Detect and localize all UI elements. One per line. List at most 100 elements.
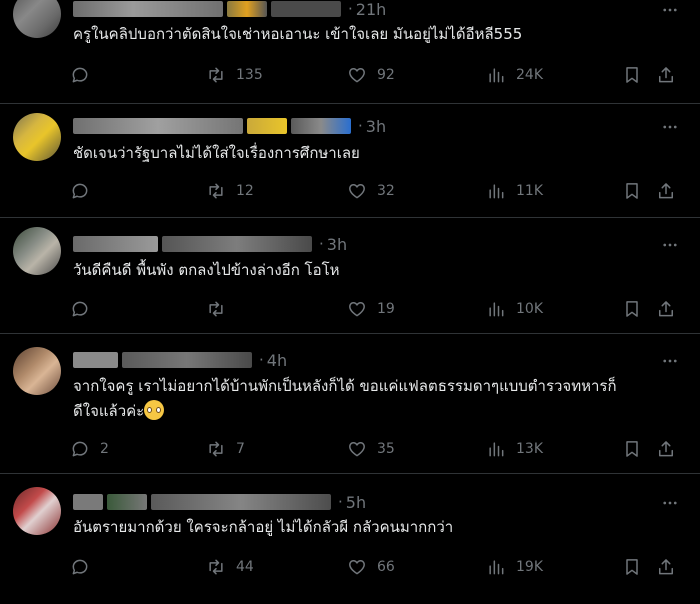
action-bar: 44 66 19K [66,555,688,579]
separator-dot: · [338,493,343,511]
more-options-button[interactable] [660,0,680,20]
views-chart-icon [489,560,504,575]
post[interactable]: · 4h จากใจครู เราไม่อยากได้บ้านพักเป็นหล… [0,334,700,474]
repost-button[interactable]: 12 [206,179,254,203]
handle-redacted [151,494,331,510]
separator-dot: · [319,235,324,253]
share-button[interactable] [656,297,676,321]
post-text-line: จากใจครู เราไม่อยากได้บ้านพักเป็นหลังก็ไ… [73,377,617,395]
username-redacted[interactable] [73,236,158,252]
username-redacted [247,118,287,134]
share-button[interactable] [656,555,676,579]
reply-icon [72,559,88,575]
heart-icon [349,68,365,83]
bookmark-button[interactable] [622,179,642,203]
bookmark-button[interactable] [622,555,642,579]
share-icon [659,183,673,199]
heart-icon [349,302,365,317]
views-button[interactable]: 11K [486,179,543,203]
action-bar: 2 7 35 13K [66,437,688,461]
post[interactable]: · 3h ชัดเจนว่ารัฐบาลไม่ได้ใส่ใจเรื่องการ… [0,104,700,218]
views-chart-icon [489,442,504,457]
share-button[interactable] [656,63,676,87]
views-button[interactable]: 24K [486,63,543,87]
heart-icon [349,560,365,575]
bookmark-icon [626,441,638,457]
avatar[interactable] [13,113,61,161]
repost-button[interactable]: 7 [206,437,245,461]
post-header: · 3h [73,116,386,136]
post-text-line: ดีใจแล้วค่ะ [73,399,683,424]
more-options-button[interactable] [660,117,680,137]
avatar[interactable] [13,227,61,275]
post-time[interactable]: 3h [327,235,347,254]
bookmark-button[interactable] [622,63,642,87]
post-time[interactable]: 5h [346,493,366,512]
reply-button[interactable] [70,555,100,579]
views-button[interactable]: 10K [486,297,543,321]
reply-icon [72,67,88,83]
post-time[interactable]: 4h [267,351,287,370]
avatar[interactable] [13,487,61,535]
views-button[interactable]: 19K [486,555,543,579]
post-text: ครูในคลิปบอกว่าตัดสินใจเช่าหอเอานะ เข้าใ… [73,25,523,43]
avatar[interactable] [13,347,61,395]
post-time[interactable]: 3h [366,117,386,136]
like-button[interactable]: 66 [347,555,395,579]
more-options-button[interactable] [660,493,680,513]
username-redacted [107,494,147,510]
views-chart-icon [489,68,504,83]
post[interactable]: · 21h ครูในคลิปบอกว่าตัดสินใจเช่าหอเอานะ… [0,0,700,104]
post[interactable]: · 3h วันดีคืนดี พื้นพัง ตกลงไปข้างล่างอี… [0,218,700,334]
like-count: 19 [377,301,395,317]
reply-button[interactable] [70,63,100,87]
bookmark-button[interactable] [622,437,642,461]
bookmark-icon [626,183,638,199]
post-text: ชัดเจนว่ารัฐบาลไม่ได้ใส่ใจเรื่องการศึกษา… [73,144,360,162]
post-header: · 5h [73,492,366,512]
action-bar: 135 92 24K [66,63,688,87]
separator-dot: · [358,117,363,135]
repost-count: 44 [236,559,254,575]
share-button[interactable] [656,437,676,461]
more-options-button[interactable] [660,235,680,255]
views-count: 11K [516,183,543,199]
reply-count: 2 [100,441,109,457]
repost-button[interactable] [206,297,236,321]
share-icon [659,559,673,575]
like-button[interactable]: 32 [347,179,395,203]
share-button[interactable] [656,179,676,203]
post-header: · 21h [73,0,386,19]
username-redacted[interactable] [73,352,118,368]
reply-button[interactable] [70,179,100,203]
views-button[interactable]: 13K [486,437,543,461]
repost-button[interactable]: 135 [206,63,263,87]
views-count: 19K [516,559,543,575]
reply-button[interactable]: 2 [70,437,109,461]
repost-count: 12 [236,183,254,199]
more-options-button[interactable] [660,351,680,371]
handle-redacted [122,352,252,368]
views-chart-icon [489,302,504,317]
reply-icon [72,301,88,317]
like-count: 66 [377,559,395,575]
post[interactable]: · 5h อันตรายมากด้วย ใครจะกล้าอยู่ ไม่ได้… [0,474,700,604]
username-redacted[interactable] [73,1,223,17]
reply-button[interactable] [70,297,100,321]
avatar[interactable] [13,0,61,38]
repost-icon [209,183,223,199]
post-time[interactable]: 21h [356,0,387,19]
username-redacted[interactable] [73,494,103,510]
bookmark-button[interactable] [622,297,642,321]
like-button[interactable]: 35 [347,437,395,461]
like-button[interactable]: 92 [347,63,395,87]
repost-icon [209,301,223,317]
username-redacted[interactable] [73,118,243,134]
post-header: · 3h [73,234,347,254]
post-text: วันดีคืนดี พื้นพัง ตกลงไปข้างล่างอีก โอโ… [73,261,340,279]
repost-icon [209,67,223,83]
separator-dot: · [348,0,353,18]
reply-icon [72,441,88,457]
like-button[interactable]: 19 [347,297,395,321]
repost-button[interactable]: 44 [206,555,254,579]
